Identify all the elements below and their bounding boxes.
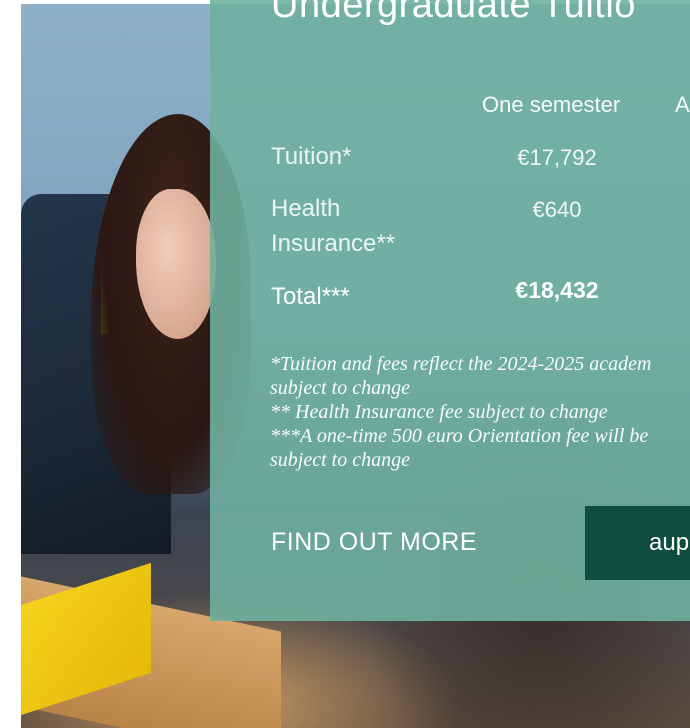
footnotes: *Tuition and fees reflect the 2024-2025 … xyxy=(270,352,690,472)
column-header-academic-year: A xyxy=(675,92,690,117)
row-label-total-text: Total*** xyxy=(271,283,350,310)
aup-cta-button[interactable]: aup xyxy=(585,506,690,580)
footnote-line: ** Health Insurance fee subject to chang… xyxy=(270,401,608,423)
row-label-health-line1: Health xyxy=(271,195,341,222)
footnote-line: subject to change xyxy=(270,449,410,471)
row-value-tuition: €17,792 xyxy=(517,145,597,170)
find-out-more-link[interactable]: FIND OUT MORE xyxy=(271,528,477,557)
tuition-panel: Undergraduate Tuitio One semester A Tuit… xyxy=(210,0,690,621)
column-header-one-semester: One semester xyxy=(482,92,621,117)
photo-face xyxy=(136,189,216,339)
row-label-total: Total*** xyxy=(271,279,350,314)
footnote-line: *Tuition and fees reflect the 2024-2025 … xyxy=(270,353,652,375)
row-value-health-insurance: €640 xyxy=(532,197,582,222)
row-label-health-insurance: Health Insurance** xyxy=(271,191,395,261)
row-value-total: €18,432 xyxy=(515,277,599,303)
panel-title: Undergraduate Tuitio xyxy=(271,0,636,26)
footnote-line: ***A one-time 500 euro Orientation fee w… xyxy=(270,425,649,447)
row-label-tuition: Tuition* xyxy=(271,139,351,174)
row-label-tuition-text: Tuition* xyxy=(271,143,352,170)
row-label-health-line2: Insurance** xyxy=(271,230,396,257)
footnote-line: subject to change xyxy=(270,377,410,399)
